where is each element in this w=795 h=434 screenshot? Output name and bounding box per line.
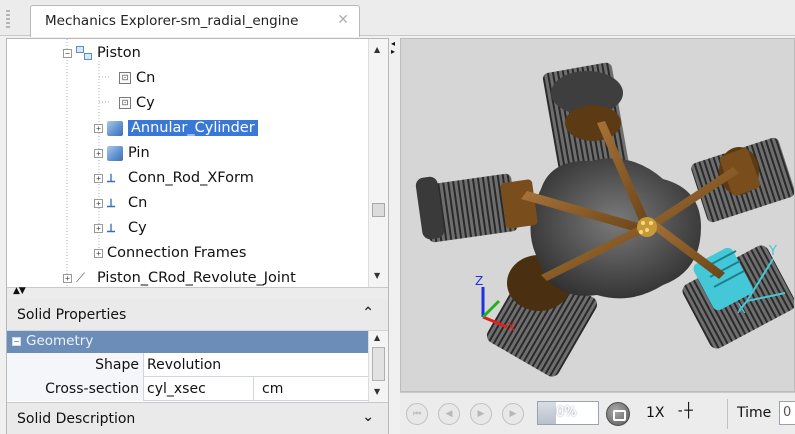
property-name: Cross-section bbox=[7, 377, 144, 401]
model-tree: − Piston ⊡ Cn ⊡ Cy + Annular_Cylinder + … bbox=[7, 39, 368, 287]
splitter-arrows-icon[interactable]: ▲▼ bbox=[13, 286, 26, 296]
skip-to-start-icon[interactable]: ⏮ bbox=[406, 403, 428, 425]
tree-item-label: Cn bbox=[136, 70, 156, 86]
tree-item-pin[interactable]: + Pin bbox=[94, 141, 150, 165]
geometry-group-header[interactable]: − Geometry bbox=[7, 331, 368, 353]
scroll-thumb[interactable] bbox=[372, 203, 385, 217]
axis-label-x: X bbox=[507, 320, 515, 334]
playback-toolbar: ⏮ ◀ ▶ ▶ 0% 1X -┼ Time 0 bbox=[400, 392, 795, 434]
close-icon[interactable]: ✕ bbox=[337, 12, 349, 28]
expand-toggle[interactable]: + bbox=[94, 248, 103, 258]
tree-item-cn-port[interactable]: ⊡ Cn bbox=[119, 66, 155, 90]
crankcase bbox=[530, 158, 701, 299]
step-back-icon[interactable]: ◀ bbox=[438, 403, 460, 425]
panel-splitter[interactable]: ▲▼ bbox=[7, 286, 388, 299]
collapse-up-icon[interactable]: ⌃ bbox=[362, 305, 374, 321]
tab-strip: Mechanics Explorer-sm_radial_engine ✕ bbox=[0, 0, 795, 37]
time-field[interactable]: 0 bbox=[779, 401, 795, 425]
axis-label-y: Y bbox=[768, 244, 777, 259]
speed-slider-icon[interactable]: -┼ bbox=[676, 403, 693, 419]
tree-item-label: Conn_Rod_XForm bbox=[128, 170, 254, 186]
frame-icon: ⟂ bbox=[107, 221, 116, 235]
axis-label-z: Z bbox=[475, 274, 483, 288]
expand-toggle[interactable]: + bbox=[94, 173, 103, 183]
tree-item-cy-frame[interactable]: + ⟂ Cy bbox=[94, 216, 147, 240]
property-row-shape: Shape Revolution bbox=[7, 353, 368, 377]
tree-item-annular-cylinder[interactable]: + Annular_Cylinder bbox=[94, 116, 258, 140]
tree-item-piston[interactable]: − Piston bbox=[63, 41, 141, 65]
expand-toggle[interactable]: + bbox=[63, 273, 72, 283]
solid-properties-header[interactable]: Solid Properties ⌃ bbox=[7, 299, 388, 331]
loop-icon[interactable] bbox=[606, 402, 630, 426]
solid-icon bbox=[107, 145, 123, 161]
tree-item-cn-frame[interactable]: + ⟂ Cn bbox=[94, 191, 147, 215]
group-title: Geometry bbox=[26, 333, 94, 349]
expand-toggle[interactable]: + bbox=[94, 148, 103, 158]
scroll-down-icon[interactable]: ▼ bbox=[374, 387, 380, 396]
transform-icon: ⟂ bbox=[107, 171, 116, 185]
3d-viewport[interactable]: Z X Y X bbox=[400, 38, 795, 392]
frame-icon: ⟂ bbox=[107, 196, 116, 210]
axis-label-x: X bbox=[737, 302, 746, 317]
collapse-toggle[interactable]: − bbox=[12, 337, 21, 346]
scroll-thumb[interactable] bbox=[372, 347, 385, 381]
expand-toggle[interactable]: + bbox=[94, 123, 103, 133]
time-label: Time bbox=[737, 405, 772, 421]
vertical-splitter[interactable]: ◂ ▸ bbox=[391, 40, 397, 70]
tree-item-label: Cy bbox=[136, 95, 155, 111]
expand-toggle[interactable]: + bbox=[94, 223, 103, 233]
play-icon[interactable]: ▶ bbox=[470, 403, 492, 425]
progress-fill bbox=[538, 402, 556, 424]
port-icon: ⊡ bbox=[119, 72, 131, 84]
divider bbox=[727, 399, 728, 429]
tree-item-revolute-joint[interactable]: + ⟋ Piston_CRod_Revolute_Joint bbox=[63, 266, 296, 287]
property-row-cross-section: Cross-section cyl_xsec cm bbox=[7, 377, 368, 401]
tree-item-connection-frames[interactable]: + Connection Frames bbox=[94, 241, 246, 265]
tree-item-label: Cn bbox=[128, 195, 148, 211]
tab-mechanics-explorer[interactable]: Mechanics Explorer-sm_radial_engine ✕ bbox=[30, 5, 360, 37]
tree-item-cy-port[interactable]: ⊡ Cy bbox=[119, 91, 155, 115]
tree-item-label: Cy bbox=[128, 220, 147, 236]
section-title: Solid Description bbox=[17, 411, 136, 427]
solid-description-header[interactable]: Solid Description ⌄ bbox=[7, 402, 388, 434]
blocks-icon bbox=[76, 46, 92, 60]
tree-scrollbar[interactable]: ▲ ▼ bbox=[368, 39, 388, 287]
playback-progress[interactable]: 0% bbox=[537, 401, 599, 425]
collapse-toggle[interactable]: − bbox=[63, 48, 72, 58]
scroll-up-icon[interactable]: ▲ bbox=[374, 333, 380, 342]
playback-speed[interactable]: 1X bbox=[646, 405, 665, 421]
tree-item-label: Piston_CRod_Revolute_Joint bbox=[97, 270, 296, 286]
radial-engine-render: Z X Y X bbox=[415, 62, 794, 377]
tree-item-label: Connection Frames bbox=[107, 245, 247, 261]
expand-down-icon[interactable]: ⌄ bbox=[362, 409, 374, 425]
section-title: Solid Properties bbox=[17, 307, 127, 323]
tree-item-label: Annular_Cylinder bbox=[128, 120, 258, 136]
solid-icon bbox=[107, 120, 123, 136]
joint-icon: ⟋ bbox=[76, 271, 86, 286]
drag-grip[interactable] bbox=[6, 10, 10, 28]
port-icon: ⊡ bbox=[119, 97, 131, 109]
left-panel: − Piston ⊡ Cn ⊡ Cy + Annular_Cylinder + … bbox=[6, 38, 389, 434]
progress-text: 0% bbox=[556, 405, 577, 420]
scroll-up-icon[interactable]: ▲ bbox=[374, 45, 380, 54]
property-scrollbar[interactable]: ▲ ▼ bbox=[368, 331, 388, 402]
tree-item-label: Piston bbox=[97, 45, 141, 61]
step-forward-icon[interactable]: ▶ bbox=[502, 403, 524, 425]
tree-item-label: Pin bbox=[128, 145, 150, 161]
scroll-down-icon[interactable]: ▼ bbox=[374, 271, 380, 280]
property-value[interactable]: cyl_xsec bbox=[147, 377, 206, 401]
property-value[interactable]: Revolution bbox=[147, 353, 221, 377]
tab-title: Mechanics Explorer-sm_radial_engine bbox=[45, 13, 299, 29]
property-unit[interactable]: cm bbox=[253, 377, 283, 401]
tree-item-conn-rod-xform[interactable]: + ⟂ Conn_Rod_XForm bbox=[94, 166, 254, 190]
expand-toggle[interactable]: + bbox=[94, 198, 103, 208]
property-grid: − Geometry Shape Revolution Cross-sectio… bbox=[7, 331, 368, 402]
property-name: Shape bbox=[7, 353, 144, 377]
